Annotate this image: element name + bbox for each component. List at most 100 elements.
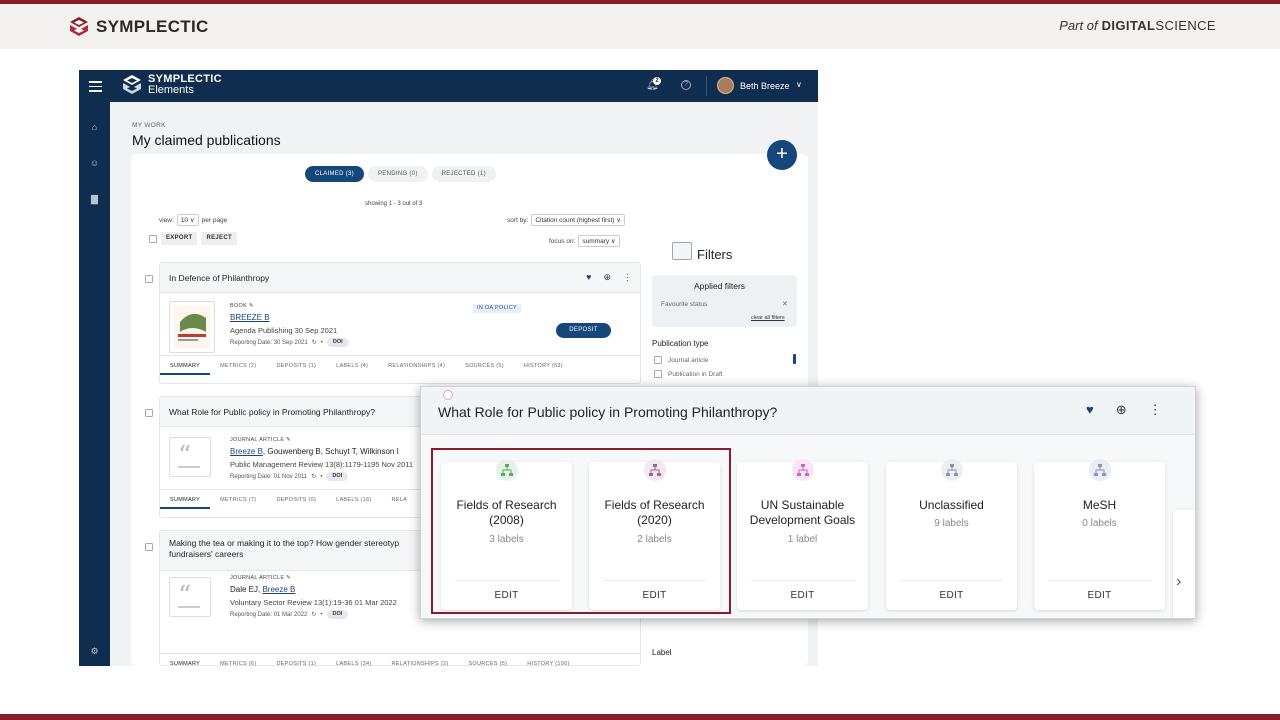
symplectic-logo-icon [70,17,88,36]
part-of-digital-science: Part of DIGITALSCIENCE [1059,18,1216,33]
labels-zoom-overlay: What Role for Public policy in Promoting… [420,386,1196,619]
doi-badge[interactable]: DOI [326,472,349,481]
publication-checkbox[interactable] [145,543,153,551]
reporting-date: Reporting Date: 01 Mar 2022 ↻ • DOI [230,610,349,619]
globe-icon[interactable]: ⊕ [1116,402,1127,418]
favourite-filter-chip: Favourite status [661,301,708,308]
publication-type: JOURNAL ARTICLE ✎ [230,437,292,443]
reporting-date: Reporting Date: 01 Nov 2011 ↻ • DOI [230,472,349,481]
subtab-metrics[interactable]: METRICS (6) [210,654,266,666]
publication-type-heading: Publication type [652,339,709,348]
focus-select[interactable]: summary ∨ [578,235,620,247]
filter-option-journal-article[interactable]: Journal article [654,356,708,364]
publication-title[interactable]: What Role for Public policy in Promoting… [169,407,375,417]
book-cover-thumbnail [169,301,215,353]
heart-icon[interactable]: ♥ [586,272,591,283]
subtab-relationships[interactable]: RELATIONSHIPS (4) [378,356,455,375]
chevron-right-icon[interactable]: › [1176,573,1181,591]
label-card-mesh[interactable]: MeSH 0 labels EDIT [1034,459,1165,610]
hamburger-menu-icon[interactable] [89,81,102,92]
filter-option-publication-draft[interactable]: Publication in Draft [654,370,723,378]
subtab-deposits[interactable]: DEPOSITS (0) [266,490,326,509]
more-vert-icon[interactable]: ⋮ [623,272,632,283]
heart-icon[interactable]: ♥ [1086,402,1094,418]
video-header: SYMPLECTIC Part of DIGITALSCIENCE [0,4,1280,49]
bottom-accent-line [0,714,1280,720]
subtab-metrics[interactable]: METRICS (7) [210,490,266,509]
elements-logo[interactable]: SYMPLECTIC Elements [121,74,222,96]
more-vert-icon[interactable]: ⋮ [1149,402,1162,418]
hierarchy-icon [941,459,963,481]
sync-icon[interactable]: ↻ [311,611,316,618]
subtab-labels[interactable]: LABELS (4) [326,356,378,375]
label-count: 0 labels [1082,518,1117,529]
subtab-relationships[interactable]: RELATIONSHIPS (2) [382,654,459,666]
label-card-un-sdg[interactable]: UN Sustainable Development Goals 1 label … [737,459,868,610]
subtab-sources[interactable]: SOURCES (5) [455,356,514,375]
results-count: showing 1 - 3 out of 3 [365,201,423,207]
publication-checkbox[interactable] [145,275,153,283]
settings-icon[interactable]: ⚙ [89,646,100,657]
chart-icon[interactable]: ▇ [89,194,100,205]
subtab-labels[interactable]: LABELS (16) [326,490,381,509]
export-button[interactable]: EXPORT [161,232,198,245]
avatar[interactable] [717,77,734,94]
select-all-checkbox[interactable] [149,234,157,243]
help-icon[interactable]: ? [681,80,691,90]
tab-rejected[interactable]: REJECTED (1) [431,166,496,182]
doi-badge[interactable]: DOI [326,610,349,619]
publication-checkbox[interactable] [145,409,153,417]
sync-icon[interactable]: ↻ [311,473,316,480]
home-icon[interactable]: ⌂ [89,122,100,133]
subtab-history[interactable]: HISTORY (100) [517,654,579,666]
edit-button[interactable]: EDIT [1034,590,1165,601]
subtab-history[interactable]: HISTORY (63) [514,356,573,375]
reject-button[interactable]: REJECT [201,232,237,245]
label-card-unclassified[interactable]: Unclassified 9 labels EDIT [886,459,1017,610]
subtab-sources[interactable]: SOURCES (5) [458,654,517,666]
sync-icon[interactable]: ↻ [312,339,317,346]
oa-policy-badge: IN OA POLICY [473,304,521,313]
subtab-metrics[interactable]: METRICS (2) [210,356,266,375]
doi-badge[interactable]: DOI [326,338,349,347]
close-icon[interactable]: ✕ [782,300,788,308]
clear-all-filters-link[interactable]: clear all filters [751,315,785,321]
per-page-label: per page [201,216,228,224]
deposit-button[interactable]: DEPOSIT [556,323,611,338]
author-link[interactable]: BREEZE B [230,313,270,322]
subtab-relationships[interactable]: RELA [382,490,418,509]
app-top-bar: SYMPLECTIC Elements 🔔︎ 2 ? Beth Breeze ∨ [79,70,818,102]
publication-title[interactable]: In Defence of Philanthropy [169,273,269,283]
subtab-summary[interactable]: SUMMARY [160,654,210,666]
focus-label: focus on: [549,237,576,245]
edit-button[interactable]: EDIT [886,590,1017,601]
option-checkbox[interactable] [654,356,662,364]
add-publication-button[interactable]: + [767,140,797,170]
author-link[interactable]: Breeze B [230,447,263,456]
sort-select[interactable]: Citation count (highest first) ∨ [531,214,626,226]
filters-icon [672,242,692,260]
subtab-deposits[interactable]: DEPOSITS (1) [266,356,326,375]
publication-title[interactable]: Making the tea or making it to the top? … [169,538,399,560]
option-checkbox[interactable] [654,370,662,378]
user-name[interactable]: Beth Breeze [740,81,790,91]
filters-scrollbar[interactable] [793,354,796,364]
subtab-labels[interactable]: LABELS (34) [326,654,381,666]
subtab-summary[interactable]: SUMMARY [160,356,211,375]
author-link[interactable]: Breeze B [262,585,295,594]
source-dot-icon [443,390,453,400]
subtab-summary[interactable]: SUMMARY [160,490,211,509]
per-page-select[interactable]: 10 ∨ [176,214,199,226]
notification-badge: 2 [653,77,661,85]
breadcrumb[interactable]: MY WORK [132,122,166,129]
chevron-down-icon[interactable]: ∨ [796,80,802,89]
subtab-deposits[interactable]: DEPOSITS (1) [266,654,326,666]
globe-icon[interactable]: ⊕ [603,272,611,283]
edit-button[interactable]: EDIT [737,590,868,601]
tab-pending[interactable]: PENDING (0) [367,166,428,182]
overlay-title[interactable]: What Role for Public policy in Promoting… [438,404,777,420]
tab-claimed[interactable]: CLAIMED (3) [305,166,364,182]
sort-row: sort by: Citation count (highest first) … [507,214,626,226]
person-icon[interactable]: ☺ [89,158,100,169]
bulk-actions: EXPORT REJECT [149,232,237,245]
